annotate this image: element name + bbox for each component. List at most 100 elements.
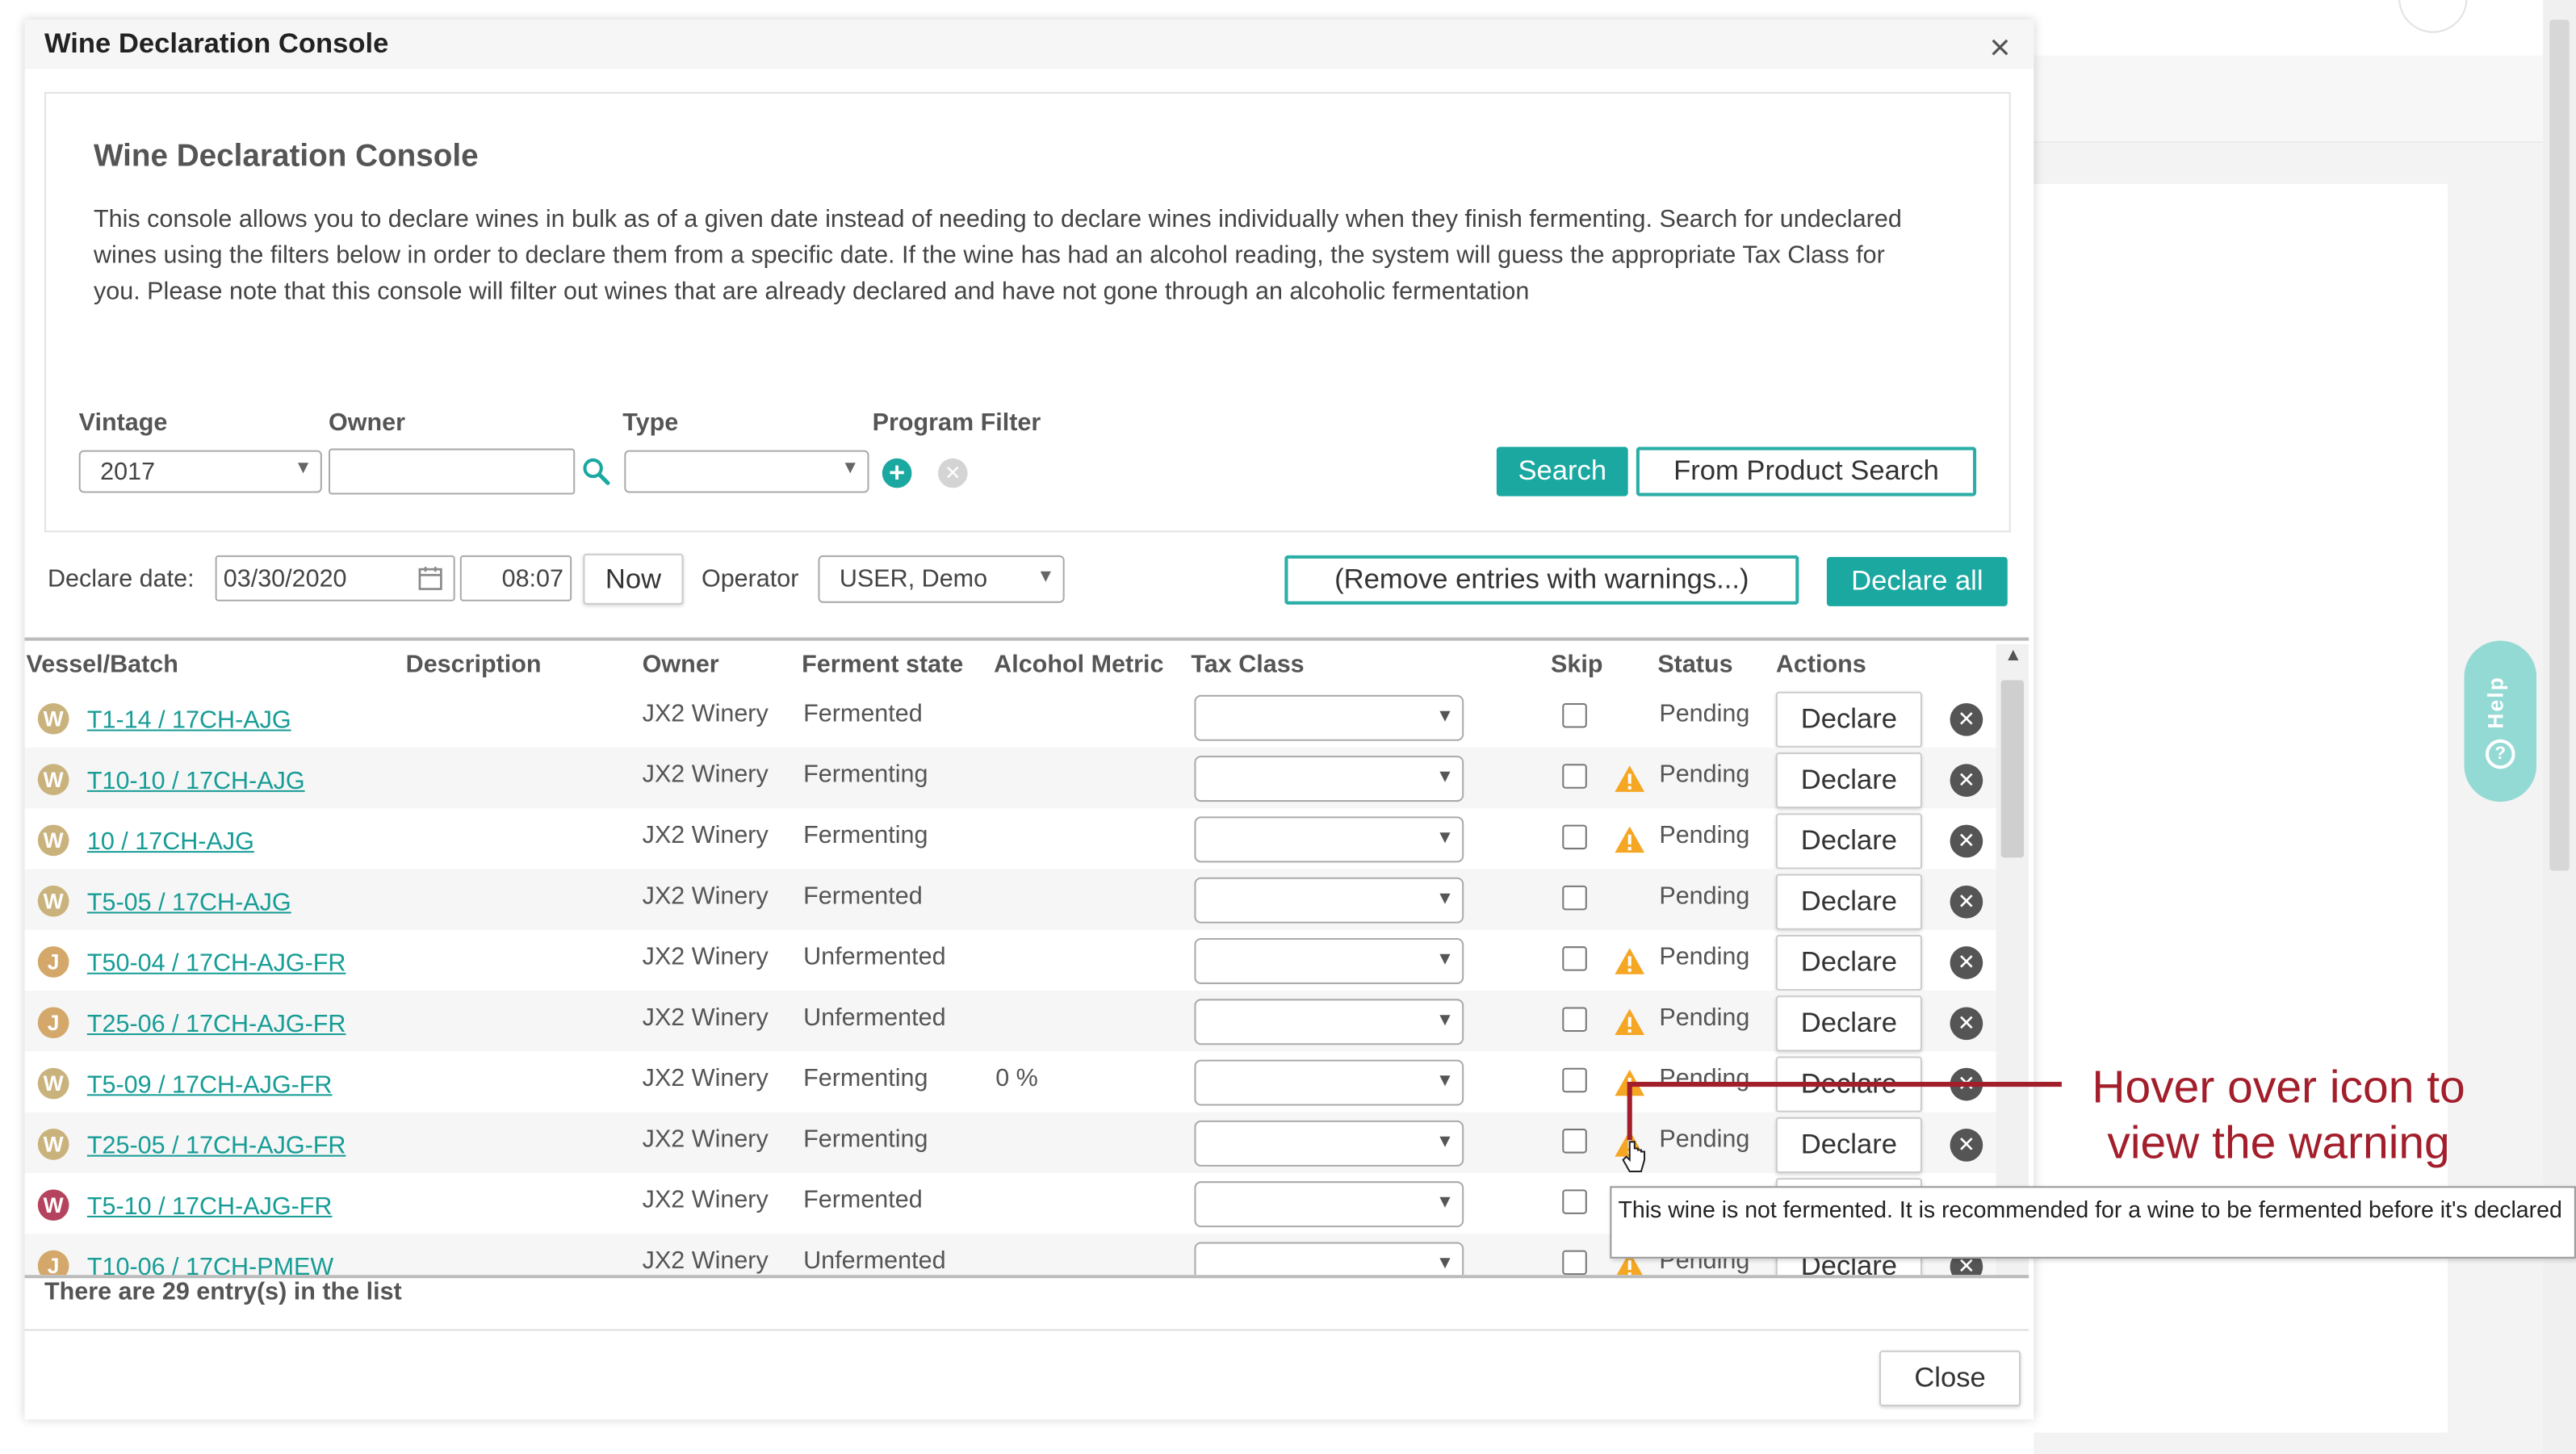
search-button[interactable]: Search	[1496, 446, 1628, 497]
header-vessel: Vessel/Batch	[26, 650, 178, 679]
batch-type-badge: W	[37, 702, 69, 735]
chevron-down-icon: ▼	[1435, 767, 1454, 787]
owner-input[interactable]	[329, 448, 576, 495]
add-program-icon[interactable]: +	[882, 458, 912, 488]
help-tab[interactable]: Help ?	[2464, 640, 2537, 802]
calendar-icon[interactable]	[417, 565, 444, 592]
vessel-batch-link[interactable]: T5-09 / 17CH-AJG-FR	[87, 1071, 333, 1100]
scroll-up-icon[interactable]: ▲	[2004, 646, 2022, 665]
chevron-down-icon: ▼	[1435, 1071, 1454, 1092]
vessel-batch-link[interactable]: T10-06 / 17CH-PMEW	[87, 1254, 333, 1275]
remove-entry-icon[interactable]: ✕	[1950, 764, 1983, 797]
table-scrollbar[interactable]: ▲	[1996, 643, 2029, 1276]
table-row: W T10-10 / 17CH-AJG JX2 Winery Fermentin…	[24, 747, 1996, 809]
skip-checkbox[interactable]	[1562, 885, 1587, 911]
background-toolbar	[2034, 56, 2544, 144]
tax-class-select[interactable]: ▼	[1194, 1120, 1464, 1167]
tax-class-select[interactable]: ▼	[1194, 1059, 1464, 1106]
chevron-down-icon: ▼	[1435, 706, 1454, 727]
skip-checkbox[interactable]	[1562, 702, 1587, 728]
declare-date-label: Declare date:	[48, 565, 195, 593]
tax-class-select[interactable]: ▼	[1194, 877, 1464, 924]
remove-entry-icon[interactable]: ✕	[1950, 1007, 1983, 1041]
warning-tooltip: This wine is not fermented. It is recomm…	[1610, 1186, 2576, 1259]
skip-checkbox[interactable]	[1562, 1007, 1587, 1032]
now-button[interactable]: Now	[583, 553, 684, 605]
operator-select[interactable]: USER, Demo ▼	[818, 555, 1065, 603]
header-skip: Skip	[1551, 650, 1603, 679]
status-cell: Pending	[1659, 699, 1750, 728]
declare-date-input[interactable]: 03/30/2020	[215, 555, 455, 601]
batch-type-badge: W	[37, 764, 69, 795]
declare-all-button[interactable]: Declare all	[1826, 556, 2008, 606]
declare-button[interactable]: Declare	[1775, 995, 1922, 1052]
modal-close-icon[interactable]: ×	[1989, 27, 2010, 69]
warning-icon[interactable]	[1613, 1007, 1646, 1037]
declare-button[interactable]: Declare	[1775, 934, 1922, 991]
skip-checkbox[interactable]	[1562, 824, 1587, 850]
warning-icon[interactable]	[1613, 764, 1646, 794]
table-row: W T5-05 / 17CH-AJG JX2 Winery Fermented …	[24, 869, 1996, 930]
warning-icon[interactable]	[1613, 946, 1646, 976]
skip-checkbox[interactable]	[1562, 1189, 1587, 1214]
tax-class-select[interactable]: ▼	[1194, 756, 1464, 802]
remove-entry-icon[interactable]: ✕	[1950, 824, 1983, 858]
vessel-batch-link[interactable]: T25-06 / 17CH-AJG-FR	[87, 1011, 346, 1039]
vessel-batch-link[interactable]: T10-10 / 17CH-AJG	[87, 767, 305, 795]
skip-checkbox[interactable]	[1562, 946, 1587, 971]
header-tax-class: Tax Class	[1191, 650, 1305, 679]
header-owner: Owner	[642, 650, 719, 679]
tax-class-select[interactable]: ▼	[1194, 816, 1464, 863]
ferment-state-cell: Fermenting	[803, 761, 928, 789]
ferment-state-cell: Fermented	[803, 882, 923, 911]
remove-entry-icon[interactable]: ✕	[1950, 702, 1983, 736]
vessel-batch-link[interactable]: T50-04 / 17CH-AJG-FR	[87, 949, 346, 978]
vessel-batch-link[interactable]: T1-14 / 17CH-AJG	[87, 706, 291, 735]
remove-entry-icon[interactable]: ✕	[1950, 946, 1983, 979]
chevron-down-icon: ▼	[1435, 1132, 1454, 1152]
skip-checkbox[interactable]	[1562, 1129, 1587, 1154]
remove-entry-icon[interactable]: ✕	[1950, 885, 1983, 919]
owner-cell: JX2 Winery	[642, 1186, 769, 1214]
table-scrollbar-thumb[interactable]	[2000, 680, 2025, 858]
batch-type-badge: W	[37, 1067, 69, 1100]
skip-checkbox[interactable]	[1562, 1250, 1587, 1276]
chevron-down-icon: ▼	[1435, 888, 1454, 909]
skip-checkbox[interactable]	[1562, 1067, 1587, 1093]
status-cell: Pending	[1659, 761, 1750, 789]
intro-text: This console allows you to declare wines…	[93, 205, 1902, 306]
type-select[interactable]: ▼	[624, 450, 869, 493]
remove-warnings-button[interactable]: (Remove entries with warnings...)	[1284, 555, 1799, 605]
declare-button[interactable]: Declare	[1775, 752, 1922, 809]
tax-class-select[interactable]: ▼	[1194, 999, 1464, 1045]
chevron-down-icon: ▼	[1435, 1253, 1454, 1274]
tax-class-select[interactable]: ▼	[1194, 1181, 1464, 1228]
clear-program-icon[interactable]: ✕	[937, 458, 968, 488]
vessel-batch-link[interactable]: T5-05 / 17CH-AJG	[87, 889, 291, 917]
vessel-batch-link[interactable]: T25-05 / 17CH-AJG-FR	[87, 1132, 346, 1160]
batch-type-badge: W	[37, 885, 69, 917]
tax-class-select[interactable]: ▼	[1194, 1242, 1464, 1276]
page-scrollbar-thumb[interactable]	[2549, 19, 2570, 871]
header-status: Status	[1657, 650, 1733, 679]
warning-icon[interactable]	[1613, 825, 1646, 855]
header-ferment-state: Ferment state	[802, 650, 964, 679]
vessel-batch-link[interactable]: T5-10 / 17CH-AJG-FR	[87, 1192, 333, 1221]
tax-class-select[interactable]: ▼	[1194, 937, 1464, 984]
declare-button[interactable]: Declare	[1775, 874, 1922, 930]
from-product-search-button[interactable]: From Product Search	[1636, 446, 1977, 497]
owner-cell: JX2 Winery	[642, 761, 769, 789]
status-cell: Pending	[1659, 1004, 1750, 1032]
vintage-select[interactable]: 2017 ▼	[78, 450, 322, 493]
close-button[interactable]: Close	[1879, 1350, 2021, 1406]
declare-button[interactable]: Declare	[1775, 691, 1922, 748]
tax-class-select[interactable]: ▼	[1194, 694, 1464, 741]
ferment-state-cell: Unfermented	[803, 1247, 946, 1276]
declare-time-input[interactable]: 08:07	[459, 555, 572, 601]
vessel-batch-link[interactable]: 10 / 17CH-AJG	[87, 828, 254, 857]
owner-cell: JX2 Winery	[642, 1004, 769, 1032]
declare-button[interactable]: Declare	[1775, 813, 1922, 869]
search-icon[interactable]	[581, 457, 611, 487]
skip-checkbox[interactable]	[1562, 764, 1587, 789]
batch-type-badge: J	[37, 1007, 69, 1039]
